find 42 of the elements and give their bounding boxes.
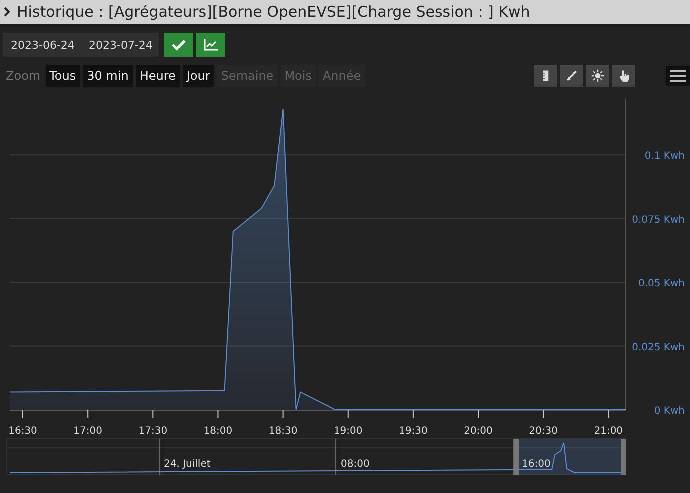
x-axis-label: 19:30 <box>399 426 428 437</box>
chart-button[interactable] <box>196 33 225 57</box>
confirm-button[interactable] <box>164 33 193 57</box>
x-axis-label: 20:00 <box>464 426 493 437</box>
x-axis-label: 20:30 <box>529 426 558 437</box>
tool-button[interactable] <box>560 64 583 86</box>
compress-icon <box>564 68 578 82</box>
tool-button[interactable] <box>534 64 557 86</box>
zoom-button[interactable]: Tous <box>46 64 80 86</box>
x-axis-label: 16:30 <box>8 426 38 437</box>
header-title: Historique : [Agrégateurs][Borne OpenEVSE][Charge Session : ] Kwh <box>17 3 530 21</box>
menu-icon <box>670 70 686 82</box>
tool-button[interactable] <box>586 64 609 86</box>
zoom-button[interactable]: Heure <box>136 64 180 86</box>
zoom-button[interactable]: Jour <box>182 64 214 86</box>
zoom-label: Zoom <box>6 68 41 82</box>
menu-button[interactable] <box>666 66 690 86</box>
date-field[interactable]: 2023-06-24 <box>3 33 81 57</box>
y-axis-label: 0 Kwh <box>654 406 685 417</box>
chevron-icon[interactable] <box>4 7 11 17</box>
date-field[interactable]: 2023-07-24 <box>81 33 159 57</box>
y-axis-label: 0.075 Kwh <box>632 214 685 226</box>
sun-icon <box>590 68 604 82</box>
x-axis-label: 18:30 <box>268 426 298 437</box>
chart-icon <box>204 39 218 51</box>
date-input[interactable]: 2023-07-24 <box>81 38 159 52</box>
x-axis-label: 18:00 <box>204 426 233 437</box>
tool-button[interactable] <box>612 64 635 86</box>
navigator-drawing[interactable] <box>6 438 626 476</box>
x-axis-label: 17:30 <box>138 426 168 437</box>
y-axis-label: 0.05 Kwh <box>638 278 685 290</box>
x-axis-label: 21:00 <box>594 426 624 437</box>
x-axis-label: 19:00 <box>334 426 363 437</box>
navigator-label: 08:00 <box>341 459 370 470</box>
x-axis-label: 17:00 <box>74 426 102 437</box>
date-input[interactable]: 2023-06-24 <box>3 38 81 52</box>
y-axis-label: 0.025 Kwh <box>632 342 685 354</box>
navigator-label: 24. Juillet <box>164 459 211 470</box>
y-axis-label: 0.1 Kwh <box>644 151 685 162</box>
check-icon <box>172 39 186 51</box>
zoom-button[interactable]: 30 min <box>83 64 133 86</box>
navigator-label: 16:00 <box>522 459 551 470</box>
